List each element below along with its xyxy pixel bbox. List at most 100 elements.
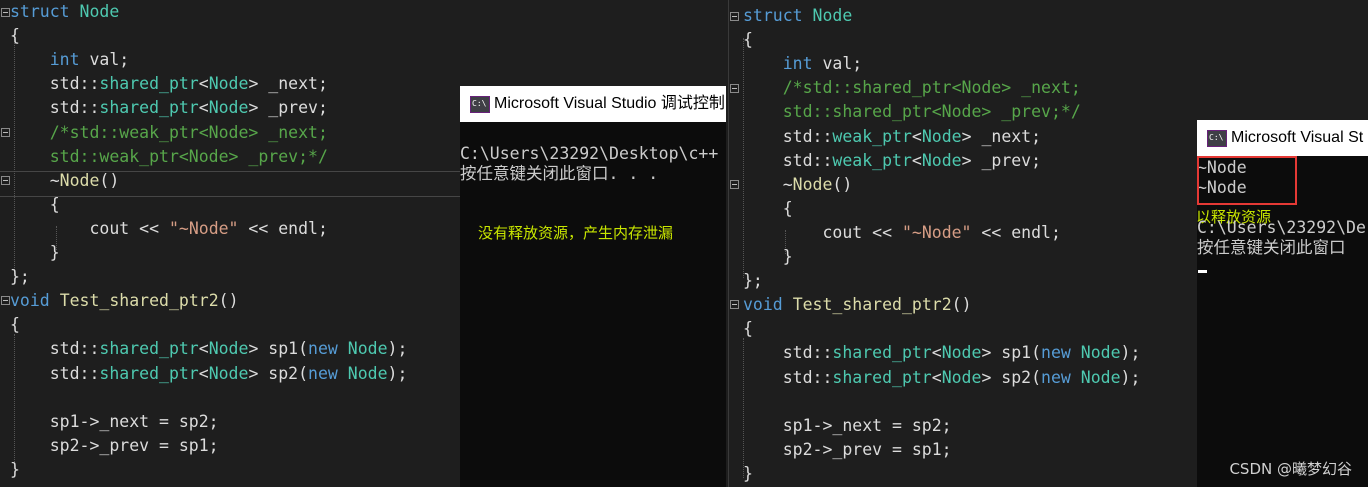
code-line[interactable]: { (10, 313, 20, 337)
code-token: () (951, 295, 972, 315)
code-line[interactable]: std::shared_ptr<Node> sp1(new Node); (743, 341, 1141, 365)
code-line[interactable]: sp2->_prev = sp1; (743, 438, 952, 462)
code-line[interactable]: } (743, 245, 793, 269)
code-line[interactable]: { (743, 317, 753, 341)
code-token: < (198, 98, 209, 118)
code-line[interactable]: /*std::shared_ptr<Node> _next; (743, 76, 1081, 100)
fold-toggle-icon[interactable] (730, 12, 739, 21)
code-token: void (743, 295, 783, 315)
code-line[interactable]: std::shared_ptr<Node> _prev;*/ (743, 100, 1081, 124)
code-line[interactable]: /*std::weak_ptr<Node> _next; (10, 121, 328, 145)
fold-toggle-icon[interactable] (730, 84, 739, 93)
code-line[interactable]: std::shared_ptr<Node> sp2(new Node); (743, 366, 1141, 390)
fold-toggle-icon[interactable] (730, 300, 739, 309)
code-token: () (218, 291, 239, 311)
code-token: Node (208, 74, 249, 94)
code-line[interactable]: ~Node() (10, 169, 120, 193)
code-token: sp2->_prev = sp1; (10, 435, 219, 455)
code-token: } (743, 247, 793, 266)
code-token: { (10, 315, 20, 335)
code-line[interactable]: { (10, 193, 60, 217)
code-token: }; (743, 271, 763, 291)
fold-toggle-icon[interactable] (1, 296, 10, 305)
console-title: Microsoft Visual St (1231, 129, 1364, 146)
code-line[interactable]: sp2->_prev = sp1; (10, 434, 219, 458)
code-line[interactable]: std::shared_ptr<Node> sp1(new Node); (10, 337, 408, 361)
code-token: < (198, 339, 209, 359)
code-token: < (198, 74, 209, 94)
console-line: C:\Users\23292\De (1197, 218, 1366, 237)
code-token: { (743, 198, 793, 218)
code-line[interactable]: struct Node (743, 4, 852, 28)
code-token: Node (59, 170, 100, 190)
code-line[interactable]: std::weak_ptr<Node> _next; (743, 125, 1041, 149)
code-line[interactable]: std::shared_ptr<Node> _prev; (10, 96, 328, 120)
code-token: /*std::weak_ptr<Node> _next; (10, 122, 328, 142)
code-token: > _next; (248, 74, 328, 94)
code-line[interactable]: } (10, 458, 20, 482)
code-line[interactable]: sp1->_next = sp2; (10, 410, 219, 434)
code-token: sp1->_next = sp2; (10, 411, 219, 431)
code-token: int (49, 50, 80, 70)
console-app-icon (1207, 120, 1227, 156)
code-token: Node (941, 367, 982, 387)
code-line[interactable]: std::weak_ptr<Node> _prev;*/ (10, 145, 328, 169)
code-line[interactable]: std::weak_ptr<Node> _prev; (743, 149, 1041, 173)
code-line[interactable]: std::shared_ptr<Node> sp2(new Node); (10, 362, 408, 386)
console-titlebar[interactable]: Microsoft Visual St (1197, 120, 1368, 156)
code-token: < (198, 363, 209, 383)
code-line[interactable]: { (743, 197, 793, 221)
code-token: new (308, 339, 338, 359)
code-token: std:: (743, 367, 833, 387)
code-line[interactable]: std::shared_ptr<Node> _next; (10, 72, 328, 96)
console-titlebar[interactable]: Microsoft Visual Studio 调试控制 (460, 86, 726, 122)
fold-toggle-icon[interactable] (1, 8, 10, 17)
fold-toggle-icon[interactable] (1, 176, 10, 185)
debug-console-right[interactable]: Microsoft Visual St ~Node ~Node 可以释放资源 C… (1197, 120, 1368, 487)
code-line[interactable]: } (743, 462, 753, 486)
code-token: < (911, 150, 922, 170)
code-token: std:: (10, 363, 100, 383)
code-token: << endl; (238, 218, 328, 238)
code-token: < (931, 367, 942, 387)
code-line[interactable]: sp1->_next = sp2; (743, 414, 952, 438)
code-token: < (911, 126, 922, 146)
console-line: 按任意键关闭此窗口. . . (460, 164, 659, 183)
code-token: cout << (10, 218, 169, 238)
code-token: << endl; (971, 222, 1061, 242)
fold-toggle-icon[interactable] (1, 128, 10, 137)
code-line[interactable]: } (10, 241, 60, 265)
code-line[interactable]: }; (743, 269, 763, 293)
code-line[interactable]: ~Node() (743, 173, 853, 197)
code-token: "~Node" (168, 218, 239, 238)
code-line[interactable]: void Test_shared_ptr2() (743, 293, 972, 317)
code-line[interactable]: struct Node (10, 0, 119, 24)
code-line[interactable]: cout << "~Node" << endl; (10, 217, 328, 241)
code-line[interactable]: int val; (743, 52, 862, 76)
code-line[interactable]: int val; (10, 48, 129, 72)
code-token: struct (10, 2, 70, 21)
code-token: new (1041, 367, 1071, 387)
code-line[interactable]: cout << "~Node" << endl; (743, 221, 1061, 245)
code-token: { (743, 319, 753, 339)
annotation-memory-leak: 没有释放资源，产生内存泄漏 (478, 224, 674, 242)
code-token: shared_ptr (99, 363, 199, 383)
code-token: /*std::shared_ptr<Node> _next; (743, 78, 1081, 98)
code-token: Node (1080, 367, 1121, 387)
code-token: std:: (743, 343, 833, 363)
code-token: Node (1080, 343, 1121, 363)
code-line[interactable]: { (743, 28, 753, 52)
code-line[interactable]: void Test_shared_ptr2() (10, 289, 239, 313)
code-token: std::weak_ptr<Node> _prev;*/ (10, 146, 328, 166)
code-line[interactable]: { (10, 24, 20, 48)
code-line[interactable]: }; (10, 265, 30, 289)
debug-console-left[interactable]: Microsoft Visual Studio 调试控制 C:\Users\23… (460, 86, 726, 487)
code-token: weak_ptr (832, 150, 912, 170)
code-token: Node (79, 2, 120, 21)
fold-toggle-icon[interactable] (730, 180, 739, 189)
code-token: sp1->_next = sp2; (743, 415, 952, 435)
